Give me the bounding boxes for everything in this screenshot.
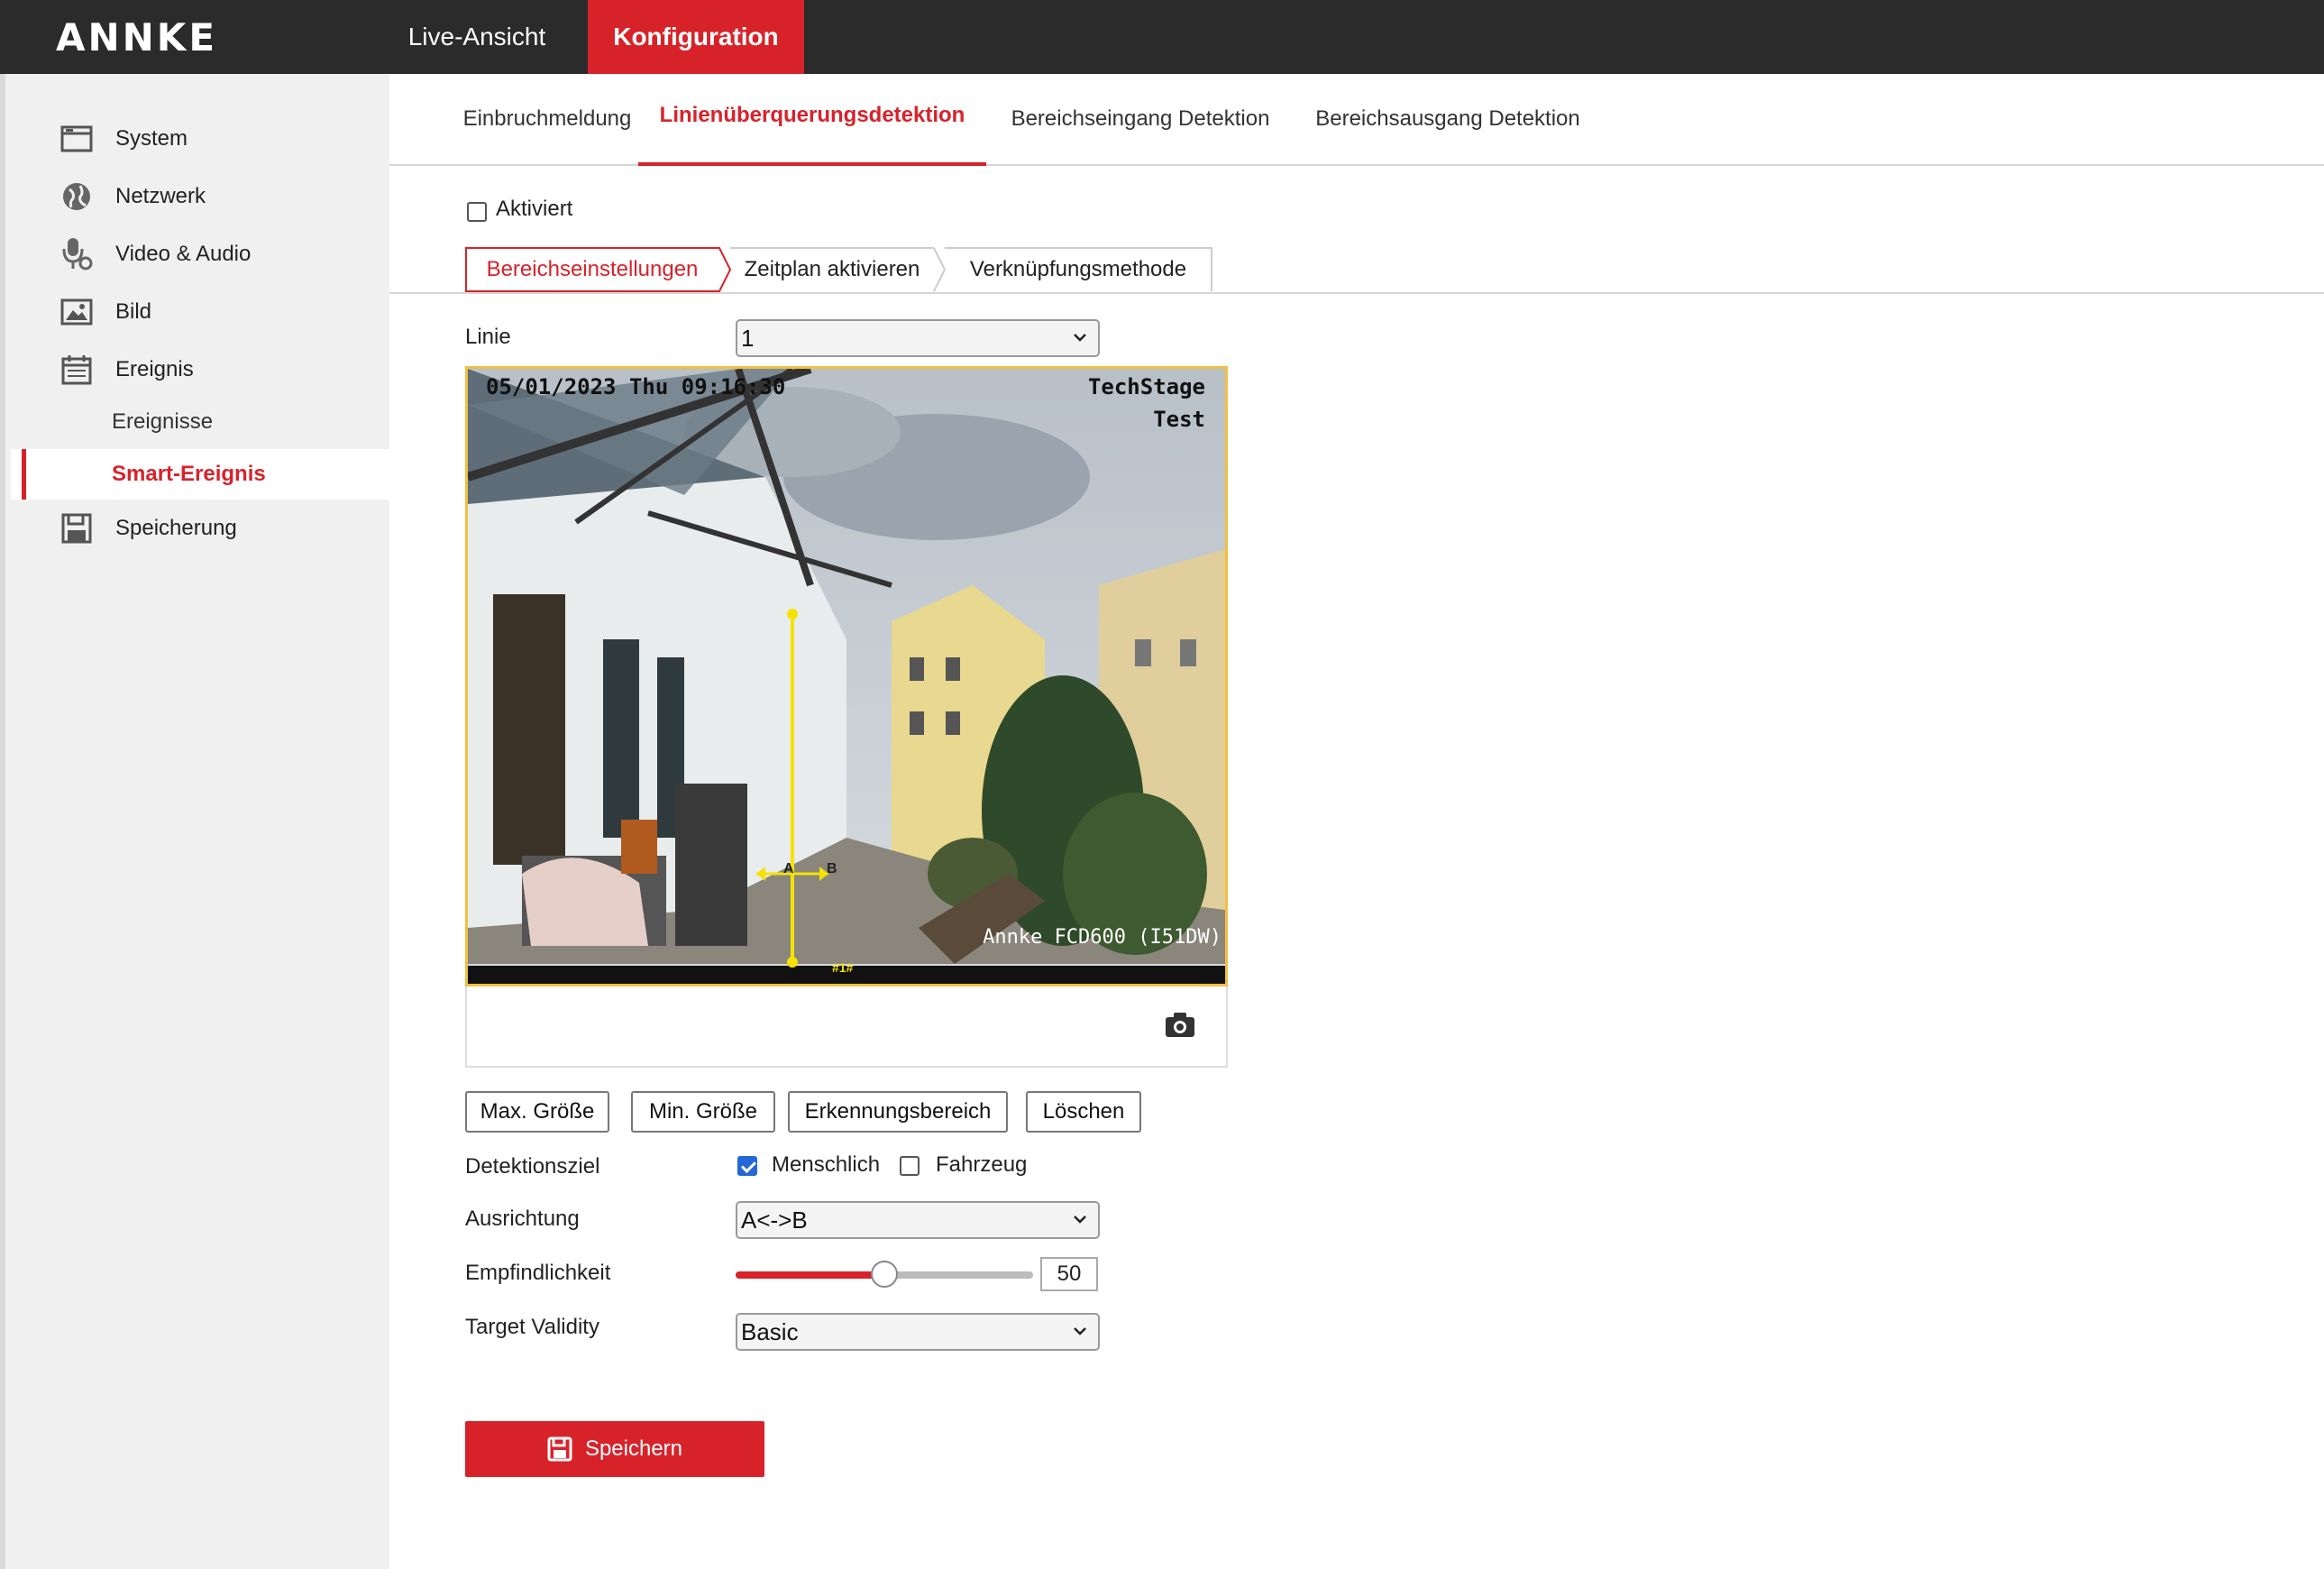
sidebar-item-label: Netzwerk	[115, 184, 206, 208]
direction-select[interactable]: A<->B	[736, 1201, 1100, 1239]
human-checkbox[interactable]	[737, 1156, 757, 1176]
target-validity-select-value: Basic	[741, 1317, 799, 1345]
image-icon	[59, 295, 94, 329]
line-id-label: #1#	[832, 960, 854, 975]
sidebar-subitem-label: Ereignisse	[112, 409, 214, 434]
detection-target-label: Detektionsziel	[465, 1154, 600, 1179]
tab-region-entrance-detection[interactable]: Bereichseingang Detektion	[999, 106, 1282, 166]
save-button[interactable]: Speichern	[465, 1421, 764, 1477]
enable-label: Aktiviert	[496, 197, 573, 221]
globe-icon	[59, 179, 94, 214]
target-validity-label: Target Validity	[465, 1315, 599, 1339]
app-window: ANNKE Live-Ansicht Konfiguration System …	[0, 0, 2324, 1569]
line-side-b-label: B	[827, 861, 837, 876]
chevron-down-icon	[1074, 1327, 1086, 1335]
sidebar-subitem-label: Smart-Ereignis	[112, 462, 266, 486]
target-validity-select[interactable]: Basic	[736, 1313, 1100, 1351]
sidebar-item-system[interactable]: System	[11, 114, 395, 164]
sensitivity-slider-thumb[interactable]	[871, 1261, 898, 1288]
enable-checkbox[interactable]	[467, 202, 487, 222]
line-side-a-label: A	[783, 861, 794, 876]
nav-live-view[interactable]: Live-Ansicht	[379, 0, 575, 74]
vehicle-checkbox[interactable]	[900, 1156, 920, 1176]
detection-area-button[interactable]: Erkennungsbereich	[788, 1091, 1008, 1133]
preview-toolbar	[465, 986, 1228, 1068]
sidebar-item-event[interactable]: Ereignis	[11, 344, 395, 395]
detection-tabs: Einbruchmeldung Linienüberquerungsdetekt…	[389, 74, 2324, 166]
osd-title-line2: Test	[1153, 407, 1205, 432]
monitor-icon	[59, 122, 94, 156]
floppy-disk-icon	[59, 511, 94, 546]
camera-preview[interactable]: 05/01/2023 Thu 09:16:30 TechStage Test A…	[465, 366, 1228, 986]
osd-datetime: 05/01/2023 Thu 09:16:30	[486, 374, 786, 399]
top-navigation-bar: ANNKE Live-Ansicht Konfiguration	[0, 0, 2324, 74]
line-label: Linie	[465, 325, 511, 349]
sensitivity-slider[interactable]	[736, 1261, 1033, 1288]
save-button-label: Speichern	[584, 1436, 683, 1461]
direction-label: Ausrichtung	[465, 1207, 580, 1231]
microphone-camera-icon	[59, 237, 94, 271]
nav-configuration[interactable]: Konfiguration	[588, 0, 804, 74]
step-area-settings[interactable]: Bereichseinstellungen	[465, 247, 719, 292]
tab-line-crossing-detection[interactable]: Linienüberquerungsdetektion	[638, 103, 986, 166]
camera-scene-image	[468, 369, 1225, 984]
sensitivity-slider-fill	[736, 1271, 884, 1279]
step-arming-schedule[interactable]: Zeitplan aktivieren	[732, 247, 932, 292]
direction-select-value: A<->B	[741, 1206, 808, 1234]
sidebar-item-label: System	[115, 126, 188, 151]
max-size-button[interactable]: Max. Größe	[465, 1091, 609, 1133]
sidebar-item-video-audio[interactable]: Video & Audio	[11, 229, 395, 280]
step-linkage-method[interactable]: Verknüpfungsmethode	[947, 247, 1210, 292]
tab-region-exit-detection[interactable]: Bereichsausgang Detektion	[1302, 106, 1594, 166]
line-select[interactable]: 1	[736, 319, 1100, 357]
sidebar-item-label: Speicherung	[115, 516, 237, 540]
tab-intrusion-detection[interactable]: Einbruchmeldung	[444, 106, 651, 166]
delete-button[interactable]: Löschen	[1026, 1091, 1141, 1133]
sidebar-subitem-smart-event[interactable]: Smart-Ereignis	[11, 449, 395, 500]
chevron-down-icon	[1074, 1216, 1086, 1224]
main-content: Einbruchmeldung Linienüberquerungsdetekt…	[389, 74, 2324, 1569]
sidebar-item-image[interactable]: Bild	[11, 287, 395, 337]
chevron-down-icon	[1074, 334, 1086, 342]
sidebar-item-label: Ereignis	[115, 357, 194, 381]
vehicle-label: Fahrzeug	[936, 1152, 1028, 1177]
sidebar-item-network[interactable]: Netzwerk	[11, 171, 395, 222]
human-label: Menschlich	[772, 1152, 881, 1177]
camera-snapshot-icon[interactable]	[1165, 1012, 1195, 1039]
min-size-button[interactable]: Min. Größe	[631, 1091, 775, 1133]
line-select-value: 1	[741, 324, 755, 352]
calendar-icon	[59, 353, 94, 387]
sidebar-subitem-events[interactable]: Ereignisse	[11, 397, 395, 447]
steps-divider	[389, 292, 2324, 294]
floppy-disk-icon	[547, 1436, 572, 1462]
sidebar: System Netzwerk Video & Audio Bild Ereig…	[0, 74, 395, 1569]
sidebar-item-label: Video & Audio	[115, 242, 252, 266]
osd-title-line1: TechStage	[1087, 374, 1205, 399]
sidebar-item-storage[interactable]: Speicherung	[11, 503, 395, 554]
annke-logo: ANNKE	[56, 14, 218, 60]
sensitivity-label: Empfindlichkeit	[465, 1261, 611, 1285]
osd-camera-name: Annke FCD600 (I51DW)	[983, 926, 1221, 949]
sensitivity-input[interactable]: 50	[1040, 1257, 1098, 1291]
sidebar-item-label: Bild	[115, 299, 152, 324]
